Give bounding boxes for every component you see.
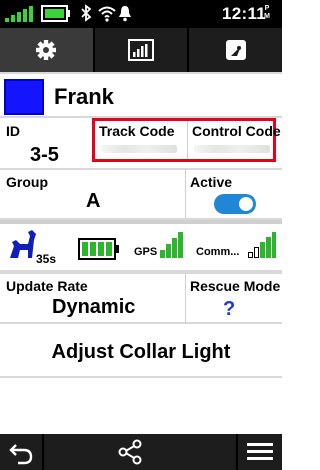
collar-battery-icon bbox=[78, 238, 119, 260]
tab-settings[interactable] bbox=[0, 28, 95, 72]
clock: 12:11 bbox=[222, 4, 267, 23]
group-active-row: Group A Active bbox=[0, 170, 282, 220]
tab-statistics[interactable] bbox=[95, 28, 190, 72]
track-code-value-redacted bbox=[101, 145, 177, 153]
track-code-label: Track Code bbox=[99, 123, 175, 139]
dog-status-time: 35s bbox=[36, 252, 57, 266]
compass-map-icon bbox=[225, 40, 246, 60]
group-value: A bbox=[86, 190, 101, 212]
toggle-knob bbox=[239, 197, 253, 211]
control-code-label: Control Code bbox=[192, 123, 281, 139]
codes-highlight-box: Track Code Control Code bbox=[92, 118, 281, 162]
back-arrow-icon bbox=[9, 444, 33, 465]
divider bbox=[185, 274, 186, 324]
gps-label: GPS bbox=[134, 246, 158, 258]
share-button[interactable] bbox=[110, 434, 150, 470]
active-toggle[interactable] bbox=[214, 194, 256, 214]
group-label: Group bbox=[6, 174, 48, 190]
rate-rescue-row: Update Rate Dynamic Rescue Mode ? bbox=[0, 272, 282, 324]
rescue-mode-value: ? bbox=[223, 298, 236, 320]
id-value: 3-5 bbox=[30, 144, 59, 166]
device-battery-icon bbox=[41, 5, 70, 22]
cell-signal-icon bbox=[5, 6, 33, 22]
dog-name-row[interactable]: Frank bbox=[0, 72, 282, 118]
rescue-mode-label: Rescue Mode bbox=[190, 278, 281, 294]
share-icon bbox=[118, 439, 142, 465]
update-rate-value: Dynamic bbox=[52, 296, 136, 318]
dog-status-icon bbox=[10, 230, 36, 258]
comm-signal-icon bbox=[248, 232, 276, 258]
hamburger-menu-icon bbox=[247, 443, 273, 460]
clock-ampm-top: P bbox=[264, 5, 270, 12]
bluetooth-icon bbox=[81, 4, 92, 22]
tab-map[interactable] bbox=[189, 28, 282, 72]
gps-signal-icon bbox=[160, 232, 183, 258]
control-code-field[interactable]: Control Code bbox=[188, 121, 281, 159]
collar-status-row: 35s GPS Comm... bbox=[0, 224, 282, 272]
gear-icon bbox=[36, 40, 57, 60]
id-label: ID bbox=[6, 123, 20, 139]
dog-color-swatch[interactable] bbox=[4, 79, 44, 115]
active-label: Active bbox=[190, 174, 233, 190]
wifi-icon bbox=[98, 6, 116, 22]
control-code-value-redacted bbox=[194, 145, 270, 153]
id-codes-row: ID 3-5 Track Code Control Code bbox=[0, 118, 282, 170]
clock-ampm: P M bbox=[262, 5, 272, 21]
clock-ampm-bottom: M bbox=[264, 13, 270, 20]
bar-chart-icon bbox=[128, 39, 154, 61]
tab-bar bbox=[0, 28, 282, 72]
dog-name: Frank bbox=[54, 84, 114, 109]
status-bar: 12:11 P M bbox=[0, 0, 282, 28]
track-code-field[interactable]: Track Code bbox=[95, 121, 188, 159]
notification-bell-icon bbox=[119, 6, 131, 22]
back-button[interactable] bbox=[0, 434, 44, 470]
menu-button[interactable] bbox=[236, 434, 282, 470]
update-rate-label: Update Rate bbox=[6, 278, 88, 294]
bottom-nav bbox=[0, 434, 282, 470]
adjust-light-row: Adjust Collar Light bbox=[0, 326, 282, 378]
comm-label: Comm... bbox=[196, 246, 240, 258]
adjust-collar-light-button[interactable]: Adjust Collar Light bbox=[0, 326, 282, 378]
divider bbox=[185, 170, 186, 218]
